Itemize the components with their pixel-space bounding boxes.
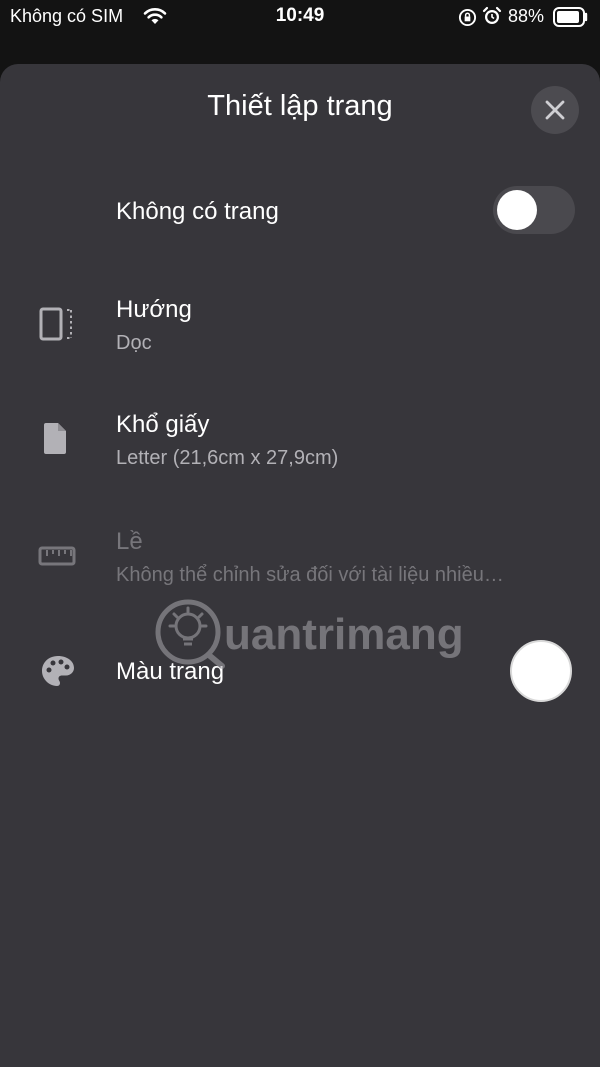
no-pages-toggle[interactable] bbox=[493, 186, 575, 234]
palette-icon bbox=[42, 656, 74, 686]
page-color-swatch[interactable] bbox=[510, 640, 572, 702]
orientation-icon bbox=[39, 307, 72, 341]
toggle-knob bbox=[497, 190, 537, 230]
orientation-value: Dọc bbox=[116, 332, 152, 354]
paper-size-row[interactable]: Khổ giấy Letter (21,6cm x 27,9cm) bbox=[0, 399, 600, 479]
no-pages-label: Không có trang bbox=[116, 198, 279, 225]
paper-size-value: Letter (21,6cm x 27,9cm) bbox=[116, 447, 339, 469]
status-bar: Không có SIM 10:49 88% bbox=[0, 0, 600, 36]
margins-label: Lề bbox=[116, 528, 143, 555]
battery-percent: 88% bbox=[508, 6, 545, 26]
watermark-text: uantrimang bbox=[224, 610, 464, 659]
battery-icon bbox=[553, 7, 588, 27]
orientation-row[interactable]: Hướng Dọc bbox=[0, 284, 600, 364]
alarm-icon bbox=[482, 6, 502, 24]
close-button[interactable] bbox=[531, 86, 579, 134]
document-icon bbox=[44, 423, 66, 454]
paper-size-label: Khổ giấy bbox=[116, 411, 210, 438]
page-setup-sheet: Thiết lập trang Không có trang Hướng Dọc… bbox=[0, 64, 600, 1067]
orientation-label: Hướng bbox=[116, 296, 192, 323]
margins-value: Không thể chỉnh sửa đối với tài liệu nhi… bbox=[116, 564, 504, 586]
close-icon bbox=[545, 100, 565, 120]
margins-row: Lề Không thể chỉnh sửa đối với tài liệu … bbox=[0, 516, 600, 596]
ruler-icon bbox=[38, 546, 76, 566]
rotation-lock-icon bbox=[458, 8, 477, 27]
sheet-title: Thiết lập trang bbox=[207, 90, 393, 122]
watermark-logo: uantrimang bbox=[155, 599, 464, 669]
